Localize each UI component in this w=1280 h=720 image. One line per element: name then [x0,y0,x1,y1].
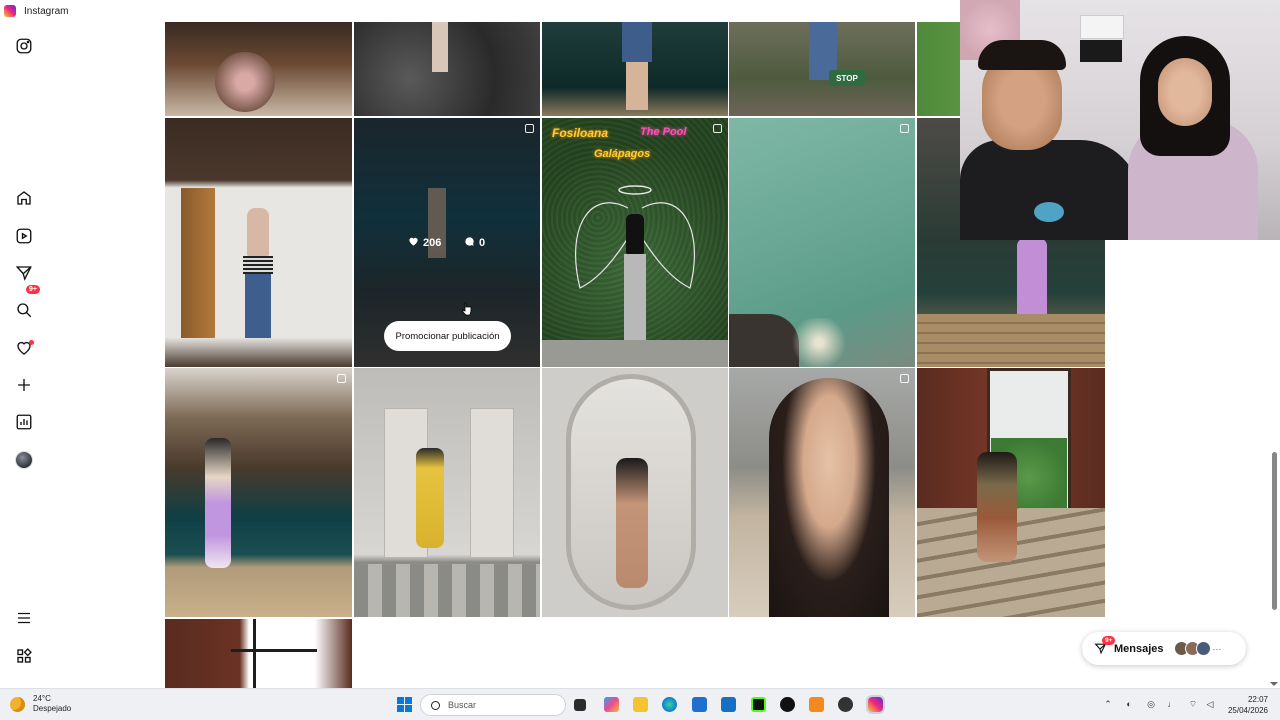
post-thumbnail[interactable] [542,22,728,116]
edge-browser-icon[interactable] [662,697,677,712]
messages-unread-badge: 9+ [1102,636,1116,645]
person-right-face [1158,58,1212,126]
post-thumbnail[interactable] [729,368,915,617]
task-view-icon[interactable] [574,699,586,711]
instagram-logo-icon[interactable] [14,36,34,56]
more-dots-icon: ··· [1212,643,1222,654]
weather-temperature: 24°C [33,694,51,703]
tray-app-icon[interactable]: ◐ [1123,698,1135,710]
carousel-icon [713,124,722,133]
post-thumbnail[interactable]: STOP [729,22,915,116]
microphone-icon[interactable]: ♩ [1166,698,1178,710]
stop-sign: STOP [829,70,865,86]
messages-icon[interactable] [14,263,34,283]
copilot-icon[interactable] [604,697,619,712]
mail-icon[interactable] [721,697,736,712]
instagram-taskbar-icon[interactable] [866,695,885,714]
kick-app-icon[interactable] [751,697,766,712]
mouse-pointer-icon [462,302,472,316]
person-left-hoodie [960,140,1140,240]
home-icon[interactable] [14,188,34,208]
notification-dot [29,340,34,345]
window-title: Instagram [24,5,69,17]
app-icon[interactable] [809,697,824,712]
clock-time: 22:07 [1247,695,1268,704]
post-thumbnail[interactable] [354,22,540,116]
messages-floating-button[interactable]: 9+ Mensajes ··· [1082,632,1246,665]
heart-icon [408,236,419,250]
instagram-app-window: Instagram 9+ STOP 206 0 Promocionar publ… [0,0,1280,720]
obs-recording-icon[interactable] [838,697,853,712]
weather-widget[interactable]: 24°C Despejado [10,694,71,714]
likes-stat: 206 [408,236,441,250]
weather-condition: Despejado [33,704,72,713]
recent-chat-avatars [1173,641,1211,656]
smart-speaker [1034,202,1064,222]
clock-date: 25/04/2026 [1227,706,1268,715]
carousel-icon [337,374,346,383]
scrollbar-thumb[interactable] [1272,452,1277,610]
post-thumbnail[interactable] [729,118,915,367]
volume-icon[interactable]: ◁ [1204,698,1216,710]
instagram-app-icon [4,5,16,17]
sidebar-nav: 9+ [0,22,48,688]
comment-icon [464,236,475,250]
post-thumbnail[interactable]: Fosiloana The Pool Galápagos [542,118,728,367]
taskbar-clock[interactable]: 22:07 25/04/2026 [1222,694,1268,716]
tray-app-icon[interactable]: ◎ [1145,698,1157,710]
carousel-icon [900,374,909,383]
messages-badge: 9+ [26,285,40,294]
post-thumbnail[interactable] [165,368,352,617]
messages-label: Mensajes [1114,642,1164,655]
comments-count: 0 [479,237,486,249]
post-thumbnail[interactable] [165,118,352,367]
wifi-icon[interactable]: ⌔ [1187,698,1199,710]
windows-start-icon[interactable] [397,697,412,712]
apps-icon[interactable] [14,646,34,666]
air-conditioner [1080,15,1124,39]
post-thumbnail[interactable] [917,368,1105,617]
page-scrollbar[interactable] [1266,240,1280,688]
carousel-icon [900,124,909,133]
neon-sign-line2: The Pool [640,126,687,138]
promote-post-button[interactable]: Promocionar publicación [384,321,511,351]
tiktok-icon[interactable] [780,697,795,712]
post-thumbnail[interactable] [542,368,728,617]
tray-overflow-chevron-icon[interactable]: ⌃ [1102,698,1114,710]
neon-sign-line1: Fosiloana [552,126,609,140]
post-thumbnail[interactable] [354,368,540,617]
file-explorer-icon[interactable] [633,697,648,712]
taskbar-search-input[interactable]: Buscar [420,694,566,716]
carousel-icon [525,124,534,133]
likes-count: 206 [423,237,442,249]
avatar [15,451,33,469]
moon-weather-icon [10,696,25,712]
wall-tv [1080,40,1122,62]
taskbar-search-placeholder: Buscar [448,700,477,710]
reels-icon[interactable] [14,226,34,246]
menu-icon[interactable] [14,608,34,628]
post-thumbnail[interactable] [165,22,352,116]
avatar [1195,641,1211,656]
insights-icon[interactable] [14,412,34,432]
search-icon [431,700,440,710]
post-thumbnail[interactable] [165,619,352,688]
comments-stat: 0 [464,236,485,250]
create-plus-icon[interactable] [14,375,34,395]
store-icon[interactable] [692,697,707,712]
post-thumbnail-hovered[interactable]: 206 0 Promocionar publicación [354,118,540,367]
windows-taskbar: 24°C Despejado Buscar ⌃ ◐ ◎ ♩ ⌔ ◁ 22:07 … [0,688,1280,720]
search-icon[interactable] [14,300,34,320]
webcam-overlay [960,0,1280,240]
neon-sign-line3: Galápagos [594,148,651,160]
profile-avatar[interactable] [14,450,34,470]
scroll-down-arrow-icon[interactable] [1270,682,1278,686]
